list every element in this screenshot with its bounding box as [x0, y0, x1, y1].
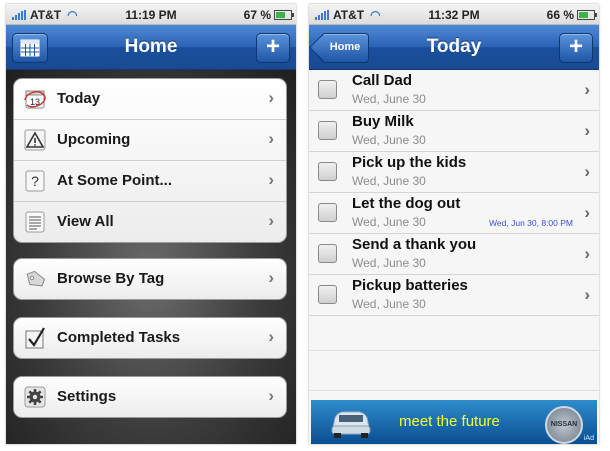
task-date: Wed, June 30 [352, 297, 426, 311]
task-checkbox[interactable] [318, 121, 337, 140]
menu-item-at-some-point[interactable]: ? At Some Point... › [14, 161, 286, 202]
svg-text:?: ? [31, 173, 39, 189]
settings-group: Settings › [13, 376, 287, 418]
menu-item-today[interactable]: 13 Today › [14, 79, 286, 120]
menu-item-view-all[interactable]: View All › [14, 202, 286, 242]
ad-text: meet the future [399, 413, 500, 430]
divider [309, 350, 599, 351]
chevron-right-icon: › [268, 386, 274, 405]
task-row[interactable]: Buy Milk Wed, June 30 › [309, 111, 599, 152]
menu-item-settings[interactable]: Settings › [14, 377, 286, 417]
battery-icon [577, 10, 597, 20]
task-views-group: 13 Today › Upcoming › ? At Some Point...… [13, 78, 287, 243]
battery-percent: 66 % [546, 8, 574, 22]
task-date: Wed, June 30 [352, 215, 426, 229]
chevron-right-icon: › [268, 129, 274, 148]
chevron-right-icon: › [584, 203, 590, 222]
chevron-right-icon: › [584, 162, 590, 181]
battery-icon [274, 10, 294, 20]
warning-icon [24, 129, 46, 151]
task-checkbox[interactable] [318, 285, 337, 304]
chevron-right-icon: › [268, 88, 274, 107]
status-bar: AT&T ◠ 11:19 PM 67 % [6, 4, 296, 25]
menu-item-label: Upcoming [57, 131, 131, 148]
menu-item-label: Browse By Tag [57, 270, 165, 287]
iad-badge: iAd [583, 435, 594, 442]
add-task-button[interactable]: + [256, 33, 290, 63]
chevron-right-icon: › [268, 170, 274, 189]
task-date: Wed, June 30 [352, 133, 426, 147]
task-row[interactable]: Send a thank you Wed, June 30 › [309, 234, 599, 275]
home-menu: 13 Today › Upcoming › ? At Some Point...… [6, 70, 296, 444]
battery-indicator: 67 % [243, 8, 294, 22]
chevron-right-icon: › [584, 285, 590, 304]
menu-item-completed-tasks[interactable]: Completed Tasks › [14, 318, 286, 358]
page-title: Today [426, 36, 482, 57]
calendar-day-icon: 13 [24, 90, 46, 109]
ad-banner[interactable]: meet the future NISSAN iAd [311, 400, 597, 444]
add-task-button[interactable]: + [559, 33, 593, 63]
battery-indicator: 66 % [546, 8, 597, 22]
list-icon [25, 211, 45, 233]
task-checkbox[interactable] [318, 244, 337, 263]
checkmark-box-icon [25, 327, 45, 349]
chevron-right-icon: › [268, 268, 274, 287]
completed-group: Completed Tasks › [13, 317, 287, 359]
chevron-right-icon: › [268, 327, 274, 346]
plus-icon: + [265, 33, 280, 60]
tag-icon [26, 270, 46, 287]
status-bar: AT&T ◠ 11:32 PM 66 % [309, 4, 599, 25]
page-title: Home [124, 36, 178, 57]
task-title: Let the dog out [352, 195, 461, 212]
task-list: Call Dad Wed, June 30 › Buy Milk Wed, Ju… [309, 70, 599, 316]
today-screen: AT&T ◠ 11:32 PM 66 % Home Today + Call D… [309, 4, 599, 444]
menu-item-label: Today [57, 90, 101, 107]
task-title: Send a thank you [352, 236, 477, 253]
task-date: Wed, June 30 [352, 174, 426, 188]
menu-item-label: At Some Point... [57, 172, 173, 189]
chevron-right-icon: › [584, 80, 590, 99]
task-row[interactable]: Pickup batteries Wed, June 30 › [309, 275, 599, 316]
task-checkbox[interactable] [318, 80, 337, 99]
menu-item-upcoming[interactable]: Upcoming › [14, 120, 286, 161]
navigation-bar: Home + [6, 25, 296, 70]
task-title: Call Dad [352, 72, 413, 89]
question-mark-icon: ? [25, 170, 45, 192]
chevron-right-icon: › [268, 211, 274, 230]
task-row[interactable]: Call Dad Wed, June 30 › [309, 70, 599, 111]
navigation-bar: Home Today + [309, 25, 599, 70]
home-screen: AT&T ◠ 11:19 PM 67 % Home + 13 Today › U… [6, 4, 296, 444]
task-row[interactable]: Let the dog out Wed, June 30 Wed, Jun 30… [309, 193, 599, 234]
task-row[interactable]: Pick up the kids Wed, June 30 › [309, 152, 599, 193]
task-title: Buy Milk [352, 113, 414, 130]
chevron-right-icon: › [584, 121, 590, 140]
battery-percent: 67 % [243, 8, 271, 22]
car-image-icon [331, 411, 371, 438]
task-date: Wed, June 30 [352, 256, 426, 270]
task-title: Pick up the kids [352, 154, 467, 171]
menu-item-label: View All [57, 213, 114, 230]
browse-group: Browse By Tag › [13, 258, 287, 300]
chevron-right-icon: › [584, 244, 590, 263]
plus-icon: + [568, 33, 583, 60]
task-reminder: Wed, Jun 30, 8:00 PM [489, 218, 573, 228]
task-date: Wed, June 30 [352, 92, 426, 106]
gear-icon [24, 386, 46, 408]
task-title: Pickup batteries [352, 277, 468, 294]
task-checkbox[interactable] [318, 162, 337, 181]
nissan-logo: NISSAN [545, 406, 583, 444]
task-checkbox[interactable] [318, 203, 337, 222]
menu-item-label: Settings [57, 388, 117, 405]
menu-item-browse-by-tag[interactable]: Browse By Tag › [14, 259, 286, 299]
divider [309, 390, 599, 391]
menu-item-label: Completed Tasks [57, 329, 181, 346]
